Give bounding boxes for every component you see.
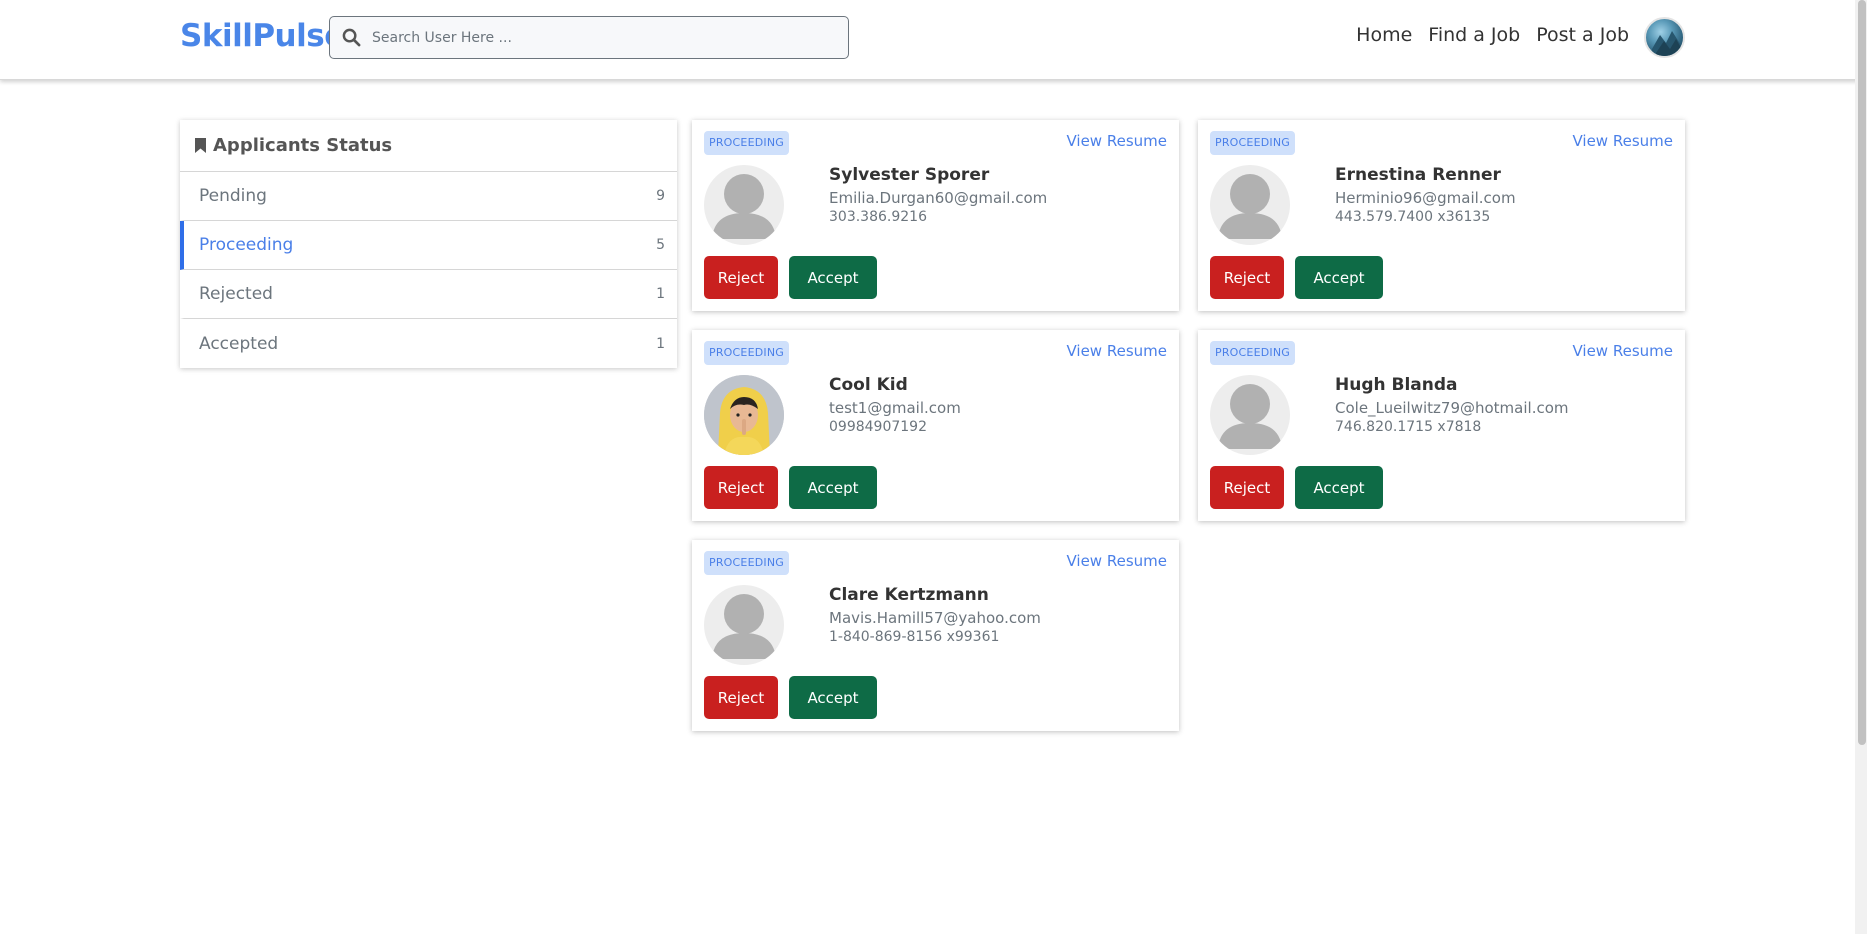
view-resume-link[interactable]: View Resume (1572, 132, 1673, 150)
applicant-card: PROCEEDING View Resume Cool Kid test1@gm… (692, 330, 1179, 521)
status-label: Pending (199, 186, 267, 206)
applicant-name: Sylvester Sporer (829, 165, 990, 185)
view-resume-link[interactable]: View Resume (1066, 342, 1167, 360)
status-label: Rejected (199, 284, 273, 304)
reject-button[interactable]: Reject (704, 466, 778, 509)
nav-find-job-link[interactable]: Find a Job (1428, 24, 1520, 46)
search-icon (330, 28, 372, 47)
panel-header: Applicants Status (180, 120, 677, 172)
status-badge: PROCEEDING (704, 131, 789, 155)
reject-button[interactable]: Reject (1210, 256, 1284, 299)
view-resume-link[interactable]: View Resume (1572, 342, 1673, 360)
panel-title: Applicants Status (213, 135, 393, 156)
status-badge: PROCEEDING (704, 551, 789, 575)
status-label: Accepted (199, 333, 279, 354)
brand-logo[interactable]: SkillPulse (180, 18, 345, 54)
applicant-name: Cool Kid (829, 375, 908, 395)
accept-button[interactable]: Accept (789, 256, 877, 299)
status-item-proceeding[interactable]: Proceeding 5 (180, 221, 677, 270)
applicant-email: Herminio96@gmail.com (1335, 189, 1516, 207)
accept-button[interactable]: Accept (1295, 256, 1383, 299)
nav-home-link[interactable]: Home (1356, 24, 1412, 46)
view-resume-link[interactable]: View Resume (1066, 132, 1167, 150)
status-badge: PROCEEDING (1210, 341, 1295, 365)
accept-button[interactable]: Accept (789, 466, 877, 509)
nav-post-job-link[interactable]: Post a Job (1536, 24, 1629, 46)
default-avatar (704, 585, 784, 665)
applicant-email: Emilia.Durgan60@gmail.com (829, 189, 1048, 207)
applicant-email: Mavis.Hamill57@yahoo.com (829, 609, 1041, 627)
status-badge: PROCEEDING (704, 341, 789, 365)
applicant-phone: 1-840-869-8156 x99361 (829, 629, 1000, 645)
applicant-name: Ernestina Renner (1335, 165, 1501, 185)
scrollbar-thumb[interactable] (1858, 0, 1866, 745)
search-bar[interactable] (329, 16, 849, 59)
applicant-name: Clare Kertzmann (829, 585, 989, 605)
applicants-status-panel: Applicants Status Pending 9 Proceeding 5… (180, 120, 677, 368)
applicant-card: PROCEEDING View Resume Ernestina Renner … (1198, 120, 1685, 311)
applicant-card: PROCEEDING View Resume Clare Kertzmann M… (692, 540, 1179, 731)
status-count: 9 (656, 188, 665, 204)
applicant-email: Cole_Lueilwitz79@hotmail.com (1335, 399, 1569, 417)
applicant-phone: 746.820.1715 x7818 (1335, 419, 1482, 435)
photo-avatar (704, 375, 784, 455)
default-avatar (1210, 375, 1290, 455)
status-item-pending[interactable]: Pending 9 (180, 172, 677, 221)
bookmark-icon (195, 138, 206, 153)
applicant-email: test1@gmail.com (829, 399, 961, 417)
status-count: 1 (656, 335, 665, 352)
reject-button[interactable]: Reject (704, 256, 778, 299)
applicant-phone: 09984907192 (829, 419, 927, 435)
default-avatar (1210, 165, 1290, 245)
user-avatar[interactable] (1644, 17, 1685, 58)
default-avatar (704, 165, 784, 245)
status-item-rejected[interactable]: Rejected 1 (180, 270, 677, 319)
applicant-card: PROCEEDING View Resume Sylvester Sporer … (692, 120, 1179, 311)
status-badge: PROCEEDING (1210, 131, 1295, 155)
status-count: 1 (656, 286, 665, 302)
reject-button[interactable]: Reject (704, 676, 778, 719)
nav-links: Home Find a Job Post a Job (1340, 24, 1629, 46)
applicant-phone: 303.386.9216 (829, 209, 927, 225)
applicant-name: Hugh Blanda (1335, 375, 1458, 395)
applicant-card: PROCEEDING View Resume Hugh Blanda Cole_… (1198, 330, 1685, 521)
view-resume-link[interactable]: View Resume (1066, 552, 1167, 570)
status-label: Proceeding (199, 235, 294, 255)
status-item-accepted[interactable]: Accepted 1 (180, 319, 677, 368)
reject-button[interactable]: Reject (1210, 466, 1284, 509)
search-input[interactable] (372, 29, 832, 46)
accept-button[interactable]: Accept (789, 676, 877, 719)
navbar: SkillPulse Home Find a Job Post a Job (0, 0, 1867, 80)
status-count: 5 (656, 237, 665, 253)
accept-button[interactable]: Accept (1295, 466, 1383, 509)
applicant-phone: 443.579.7400 x36135 (1335, 209, 1491, 225)
